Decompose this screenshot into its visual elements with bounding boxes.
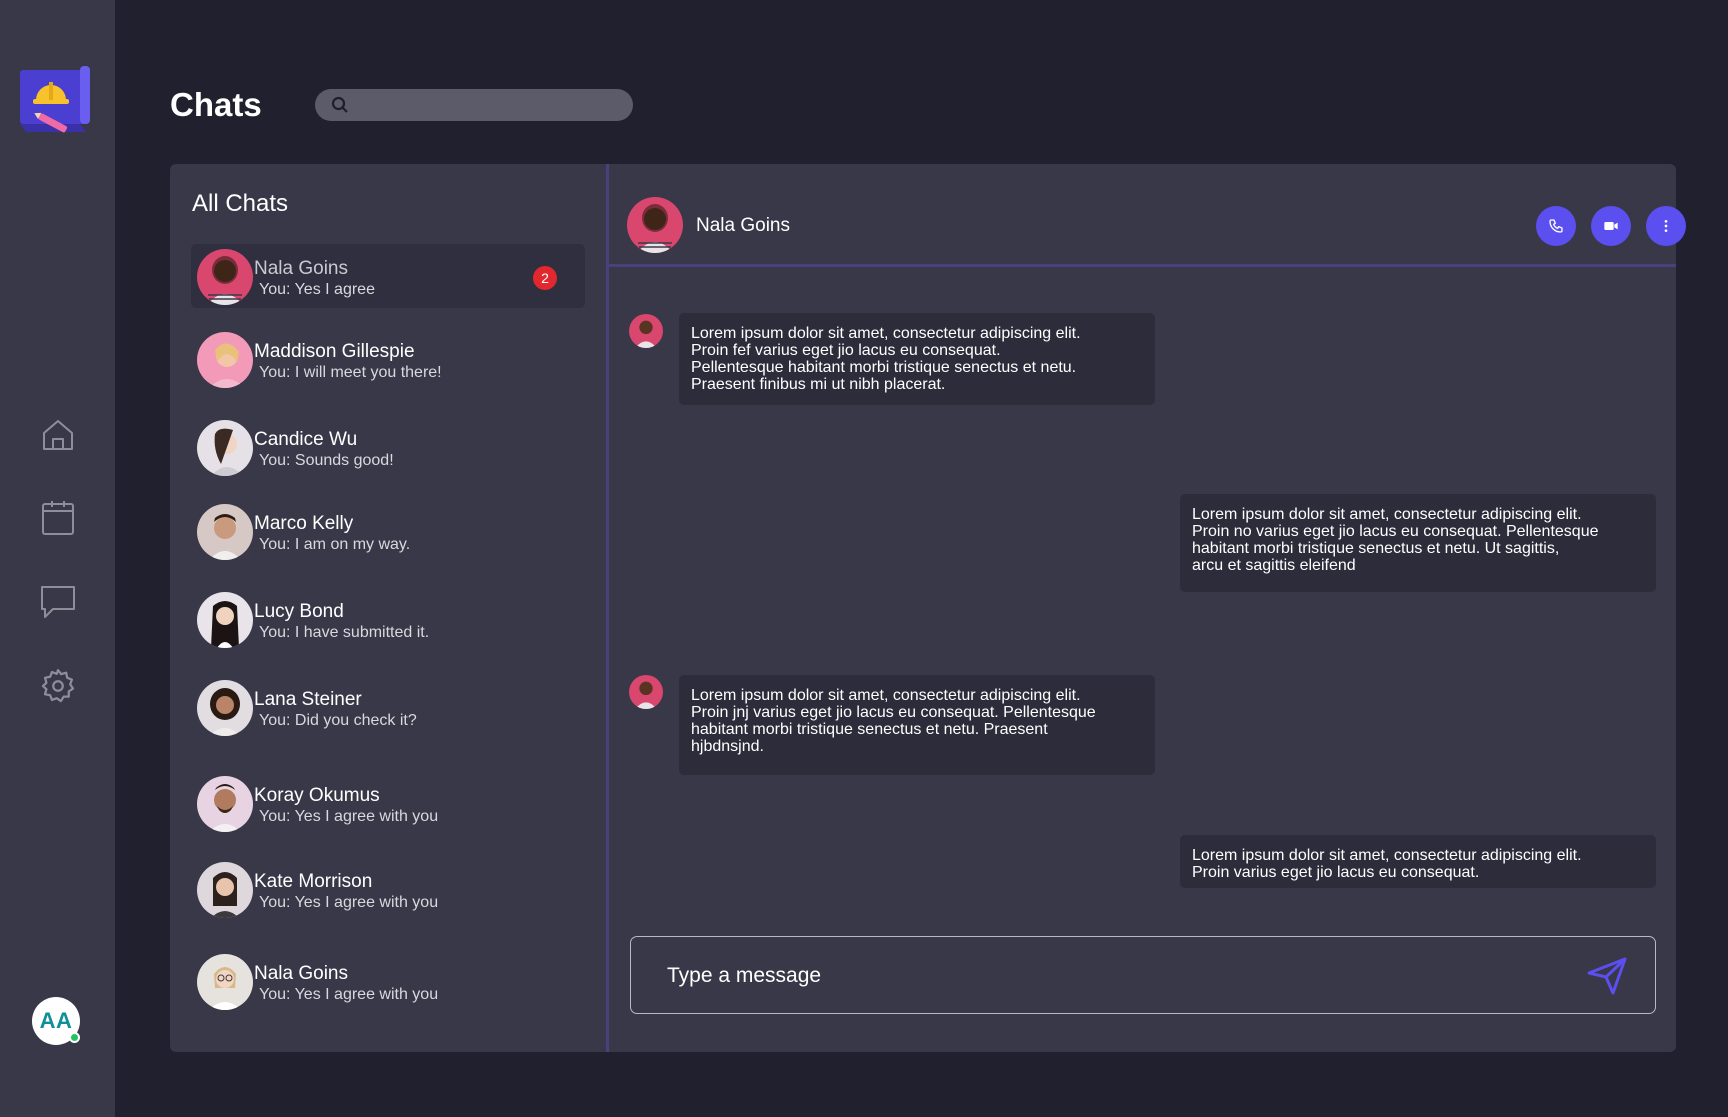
nav-settings-button[interactable] (36, 664, 80, 708)
contact-name: Koray Okumus (254, 785, 380, 806)
video-camera-icon (1604, 222, 1618, 230)
more-vertical-icon (1664, 220, 1668, 232)
contact-avatar (197, 680, 253, 736)
message-preview: You: Yes I agree (259, 281, 375, 298)
message-avatar (629, 675, 663, 709)
message-composer (630, 936, 1656, 1014)
chat-panel: All Chats Nala Goins You: Yes I agree 2 … (170, 164, 1686, 1052)
call-button[interactable] (1536, 206, 1576, 246)
message-avatar (629, 314, 663, 348)
message-preview: You: I will meet you there! (259, 364, 442, 381)
chat-list-item[interactable]: Candice Wu You: Sounds good! (191, 415, 585, 479)
message-preview: You: Yes I agree with you (259, 808, 439, 825)
phone-icon (1549, 219, 1563, 233)
contact-avatar (197, 249, 253, 305)
conversation-header-divider (609, 264, 1676, 267)
contact-avatar[interactable] (627, 197, 683, 253)
contact-avatar (197, 504, 253, 560)
nav-chat-button[interactable] (36, 580, 80, 624)
contact-name: Nala Goins (254, 258, 348, 279)
page-title: Chats (170, 86, 262, 123)
send-icon (1587, 957, 1627, 995)
message-preview: You: Did you check it? (259, 712, 417, 729)
contact-name: Lucy Bond (254, 601, 344, 622)
contact-avatar (197, 592, 253, 648)
contact-name: Nala Goins (254, 963, 348, 984)
chat-list-item[interactable]: Koray Okumus You: Yes I agree with you (191, 771, 585, 835)
sidebar-rail: AA (0, 0, 115, 1117)
chat-list: All Chats Nala Goins You: Yes I agree 2 … (170, 164, 606, 1052)
more-options-button[interactable] (1646, 206, 1686, 246)
outgoing-message: Lorem ipsum dolor sit amet, consectetur … (1180, 835, 1656, 888)
chat-list-item[interactable]: Marco Kelly You: I am on my way. (191, 499, 585, 563)
message-input[interactable] (667, 961, 1547, 991)
chat-list-heading: All Chats (192, 190, 289, 217)
outgoing-message: Lorem ipsum dolor sit amet, consectetur … (1180, 494, 1656, 592)
message-preview: You: I am on my way. (259, 536, 411, 553)
nav-calendar-button[interactable] (36, 496, 80, 540)
message-preview: You: Sounds good! (259, 452, 394, 469)
chat-list-item[interactable]: Maddison Gillespie You: I will meet you … (191, 327, 585, 391)
contact-avatar (197, 954, 253, 1010)
incoming-message: Lorem ipsum dolor sit amet, consectetur … (679, 313, 1155, 405)
message-preview: You: Yes I agree with you (259, 894, 439, 911)
calendar-icon (42, 501, 74, 535)
conversation-header: Nala Goins (609, 164, 1686, 264)
online-status-dot (69, 1032, 80, 1043)
search-bar[interactable] (315, 89, 633, 121)
contact-name: Maddison Gillespie (254, 341, 415, 362)
video-call-button[interactable] (1591, 206, 1631, 246)
contact-avatar (197, 420, 253, 476)
contact-name: Candice Wu (254, 429, 358, 450)
search-icon (331, 96, 348, 113)
contact-avatar (197, 776, 253, 832)
chat-list-item[interactable]: Lucy Bond You: I have submitted it. (191, 587, 585, 651)
contact-name: Kate Morrison (254, 871, 373, 892)
contact-name: Lana Steiner (254, 689, 362, 710)
message-preview: You: I have submitted it. (259, 624, 430, 641)
pane-divider (606, 164, 609, 1052)
chat-icon (41, 586, 75, 618)
unread-badge: 2 (533, 266, 557, 290)
chat-list-item[interactable]: Nala Goins You: Yes I agree with you (191, 949, 585, 1013)
chat-list-item[interactable]: Lana Steiner You: Did you check it? (191, 675, 585, 739)
search-input[interactable] (359, 96, 619, 114)
app-logo[interactable] (20, 66, 96, 140)
conversation-contact-name: Nala Goins (696, 215, 790, 236)
user-avatar[interactable]: AA (32, 997, 80, 1045)
user-initials: AA (39, 1008, 73, 1033)
contact-name: Marco Kelly (254, 513, 354, 534)
contact-avatar (197, 862, 253, 918)
chat-list-item[interactable]: Kate Morrison You: Yes I agree with you (191, 857, 585, 921)
chat-app: AA Chats All Chats Nala Goins You: Yes I… (0, 0, 1728, 1117)
chat-list-item[interactable]: Nala Goins You: Yes I agree 2 (191, 244, 585, 308)
send-button[interactable] (1585, 955, 1629, 997)
nav-home-button[interactable] (36, 413, 80, 457)
gear-icon (41, 669, 75, 703)
contact-avatar (197, 332, 253, 388)
message-preview: You: Yes I agree with you (259, 986, 439, 1003)
incoming-message: Lorem ipsum dolor sit amet, consectetur … (679, 675, 1155, 775)
home-icon (43, 420, 73, 450)
